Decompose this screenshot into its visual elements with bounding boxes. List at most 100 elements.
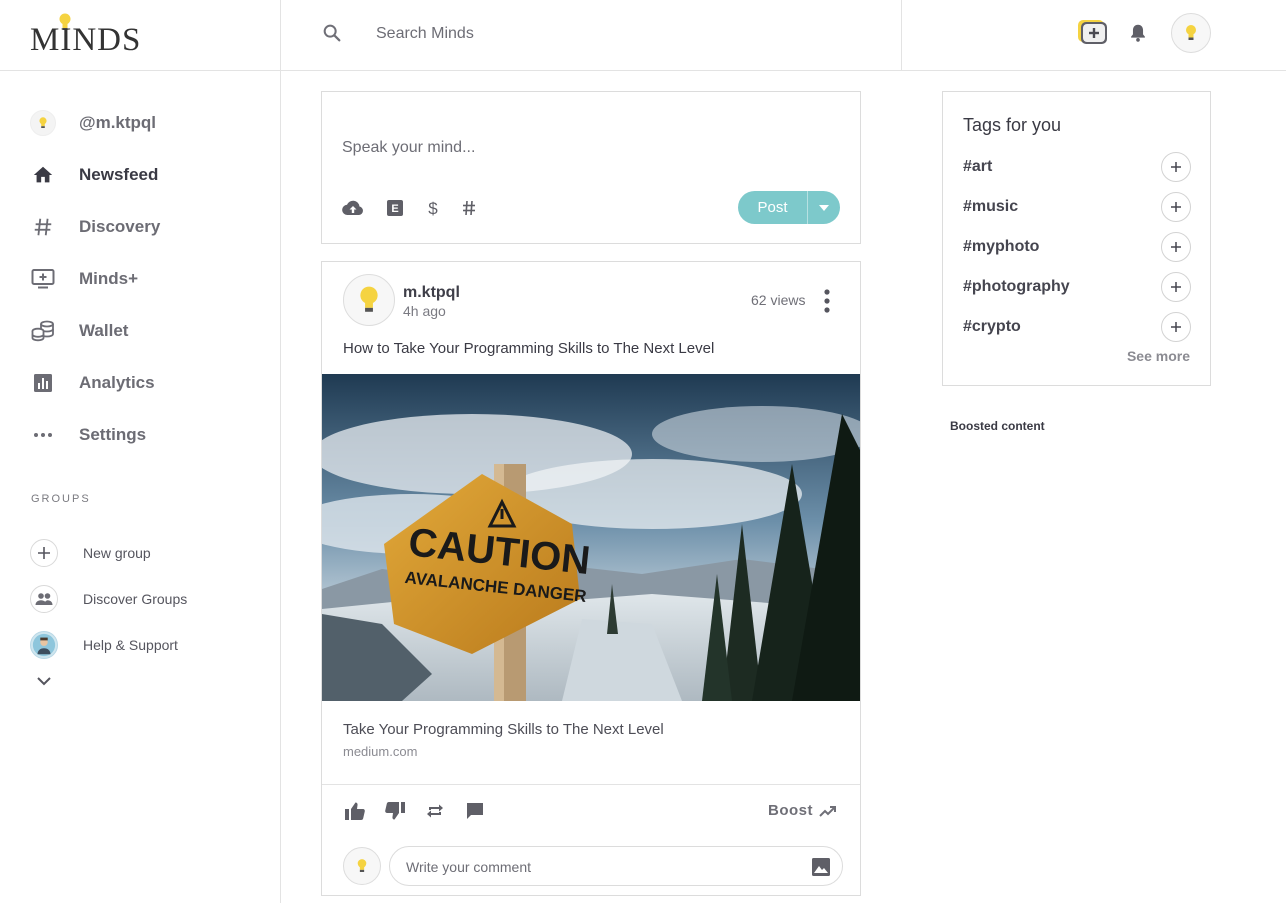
tag-row: #myphoto — [963, 232, 1191, 262]
sidebar-item-channel[interactable]: @m.ktpql — [30, 108, 156, 138]
user-avatar[interactable] — [1171, 13, 1211, 53]
owner-avatar[interactable] — [343, 274, 395, 326]
post-actions — [344, 800, 504, 822]
tag-label[interactable]: #photography — [963, 278, 1070, 296]
compose-icon[interactable] — [1077, 19, 1107, 45]
post-menu-icon[interactable] — [821, 288, 833, 314]
post-button[interactable]: Post — [738, 191, 840, 224]
remind-icon[interactable] — [424, 800, 446, 822]
minds-logo[interactable]: MINDS — [30, 24, 141, 57]
group-item-label: Help & Support — [83, 637, 178, 653]
sidebar-item-help-support[interactable]: Help & Support — [30, 630, 178, 660]
sidebar-item-discovery[interactable]: Discovery — [30, 212, 160, 242]
plus-icon — [1171, 202, 1181, 212]
people-icon — [30, 585, 58, 613]
chevron-down-icon[interactable] — [36, 676, 52, 686]
post-button-label[interactable]: Post — [738, 191, 808, 224]
image-attach-icon[interactable] — [811, 857, 831, 877]
sidebar-item-label: Analytics — [79, 373, 155, 392]
hashtag-icon — [30, 214, 56, 240]
bulb-avatar-icon — [30, 110, 56, 136]
tag-row: #music — [963, 192, 1191, 222]
group-item-label: New group — [83, 545, 151, 561]
tag-label[interactable]: #crypto — [963, 318, 1021, 336]
composer-toolbar: E $ — [342, 197, 498, 219]
sidebar-item-analytics[interactable]: Analytics — [30, 368, 155, 398]
tag-row: #art — [963, 152, 1191, 182]
boosted-content-heading: Boosted content — [950, 419, 1045, 433]
comment-box — [389, 846, 843, 886]
groups-heading: GROUPS — [31, 493, 91, 505]
see-more-link[interactable]: See more — [1127, 348, 1190, 364]
tag-add-button[interactable] — [1161, 232, 1191, 262]
search-input[interactable] — [376, 22, 856, 46]
coins-icon — [30, 318, 56, 344]
comment-input[interactable] — [406, 857, 786, 877]
sidebar-item-wallet[interactable]: Wallet — [30, 316, 128, 346]
composer-input[interactable]: Speak your mind... — [342, 139, 475, 157]
sidebar-item-label: Minds+ — [79, 269, 139, 288]
boost-button[interactable]: Boost — [768, 802, 837, 819]
tag-label[interactable]: #myphoto — [963, 238, 1039, 256]
sidebar-item-newsfeed[interactable]: Newsfeed — [30, 160, 158, 190]
blog-icon[interactable]: E — [386, 197, 404, 219]
sidebar-item-minds-plus[interactable]: Minds+ — [30, 264, 138, 294]
thumbs-down-icon[interactable] — [384, 800, 406, 822]
tag-row: #crypto — [963, 312, 1191, 342]
dollar-icon[interactable]: $ — [426, 197, 440, 219]
tag-label[interactable]: #music — [963, 198, 1018, 216]
sidebar-user-handle: @m.ktpql — [79, 113, 157, 132]
sidebar-item-label: Newsfeed — [79, 165, 159, 184]
tags-card: Tags for you #art #music #myphoto #photo… — [942, 91, 1211, 386]
comment-avatar[interactable] — [343, 847, 381, 885]
sidebar-item-label: Discovery — [79, 217, 161, 236]
divider — [322, 784, 860, 785]
home-icon — [30, 162, 56, 188]
tag-label[interactable]: #art — [963, 158, 992, 176]
owner-name[interactable]: m.ktpql — [403, 284, 460, 302]
sidebar-item-new-group[interactable]: New group — [30, 538, 151, 568]
comment-icon[interactable] — [464, 800, 486, 822]
sidebar-item-label: Settings — [79, 425, 147, 444]
rich-embed-title[interactable]: Take Your Programming Skills to The Next… — [343, 721, 664, 738]
tag-add-button[interactable] — [1161, 312, 1191, 342]
tag-add-button[interactable] — [1161, 272, 1191, 302]
sidebar-item-discover-groups[interactable]: Discover Groups — [30, 584, 187, 614]
search-bar — [281, 0, 902, 70]
post-message: How to Take Your Programming Skills to T… — [343, 340, 715, 357]
svg-text:$: $ — [428, 199, 438, 217]
left-sidebar: @m.ktpql Newsfeed Discovery Minds+ Walle… — [0, 71, 281, 903]
svg-text:E: E — [391, 203, 398, 215]
plus-icon — [1171, 322, 1181, 332]
tag-add-button[interactable] — [1161, 192, 1191, 222]
support-avatar — [30, 631, 58, 659]
plus-icon — [30, 539, 58, 567]
boost-label: Boost — [768, 802, 813, 819]
rich-embed-domain[interactable]: medium.com — [343, 744, 417, 759]
logo-area: MINDS — [0, 0, 281, 70]
trending-up-icon — [819, 805, 836, 817]
group-item-label: Discover Groups — [83, 591, 188, 607]
tags-title: Tags for you — [963, 115, 1062, 135]
search-icon[interactable] — [321, 22, 343, 44]
post-options-caret-icon[interactable] — [808, 191, 840, 224]
post-timestamp[interactable]: 4h ago — [403, 303, 446, 319]
tag-add-button[interactable] — [1161, 152, 1191, 182]
sidebar-item-settings[interactable]: Settings — [30, 420, 146, 450]
plus-icon — [1171, 162, 1181, 172]
rich-embed-image[interactable]: CAUTION AVALANCHE DANGER — [322, 374, 860, 701]
bulb-avatar-icon — [1186, 25, 1196, 40]
bar-chart-icon — [30, 370, 56, 396]
post-composer: Speak your mind... E $ Post — [321, 91, 861, 244]
plus-icon — [1171, 282, 1181, 292]
thumbs-up-icon[interactable] — [344, 800, 366, 822]
bulb-avatar-icon — [360, 286, 378, 312]
view-count: 62 views — [751, 292, 806, 308]
bell-icon[interactable] — [1127, 22, 1149, 44]
more-dots-icon — [30, 422, 56, 448]
sidebar-item-label: Wallet — [79, 321, 129, 340]
hashtag-icon[interactable] — [462, 197, 476, 219]
top-bar: MINDS — [0, 0, 1286, 71]
upload-icon[interactable] — [342, 197, 364, 219]
tv-plus-icon — [30, 266, 56, 292]
